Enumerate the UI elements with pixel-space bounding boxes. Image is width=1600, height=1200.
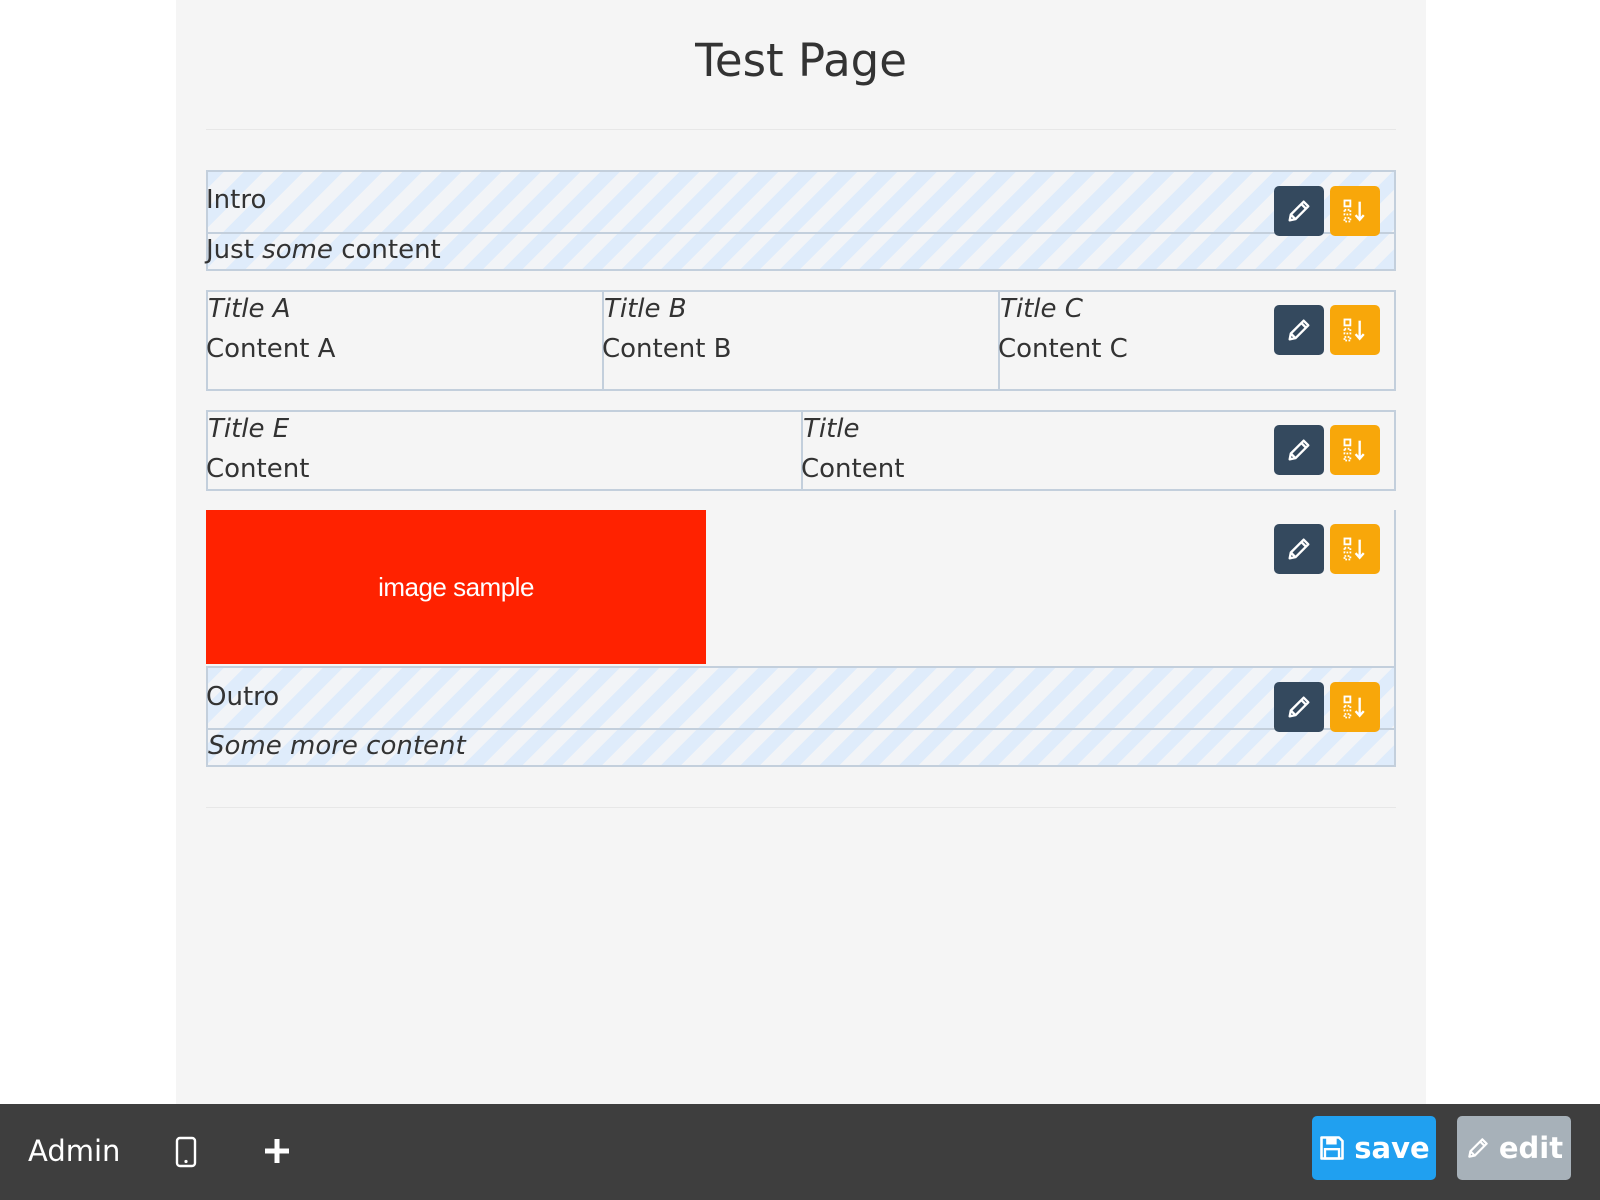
column-title: Title E: [208, 414, 290, 444]
reorder-icon: [1341, 316, 1369, 344]
edit-label: edit: [1498, 1131, 1564, 1165]
reorder-icon: [1341, 693, 1369, 721]
column-title: Title B: [604, 294, 687, 324]
edit-block-button[interactable]: [1274, 682, 1324, 732]
admin-bar: Admin save edit: [0, 1104, 1600, 1200]
reorder-icon: [1341, 197, 1369, 225]
edit-block-button[interactable]: [1274, 305, 1324, 355]
two-column-block[interactable]: Title E Content Title Content: [206, 410, 1396, 491]
column-content: Content: [801, 454, 905, 484]
move-block-button[interactable]: [1330, 425, 1380, 475]
column-content: Content B: [602, 334, 732, 364]
pencil-icon: [1285, 436, 1313, 464]
intro-block[interactable]: Intro Just some content: [206, 170, 1396, 271]
move-block-button[interactable]: [1330, 682, 1380, 732]
column-content: Content C: [998, 334, 1128, 364]
move-block-button[interactable]: [1330, 186, 1380, 236]
pencil-icon: [1285, 316, 1313, 344]
bottom-divider: [206, 807, 1396, 808]
outro-block[interactable]: Outro Some more content: [206, 666, 1396, 767]
tablet-icon[interactable]: [170, 1132, 202, 1172]
column-title: Title C: [1000, 294, 1083, 324]
image-sample[interactable]: image sample: [206, 510, 706, 664]
reorder-icon: [1341, 436, 1369, 464]
pencil-icon: [1285, 693, 1313, 721]
block-tools: [1274, 186, 1380, 236]
intro-title: Intro: [206, 185, 267, 215]
column-title: Title: [803, 414, 860, 444]
admin-label: Admin: [28, 1134, 121, 1168]
top-divider: [206, 129, 1396, 130]
edit-block-button[interactable]: [1274, 186, 1324, 236]
edit-block-button[interactable]: [1274, 425, 1324, 475]
block-tools: [1274, 305, 1380, 355]
outro-content: Some more content: [208, 731, 466, 761]
page-title: Test Page: [695, 34, 907, 87]
outro-title: Outro: [206, 682, 280, 712]
edit-block-button[interactable]: [1274, 524, 1324, 574]
pencil-icon: [1285, 197, 1313, 225]
pencil-icon: [1465, 1135, 1491, 1161]
edit-mode-button[interactable]: edit: [1457, 1116, 1571, 1180]
column-content: Content A: [206, 334, 336, 364]
reorder-icon: [1341, 535, 1369, 563]
block-tools: [1274, 682, 1380, 732]
save-button[interactable]: save: [1312, 1116, 1436, 1180]
image-block[interactable]: image sample: [206, 510, 1396, 668]
save-label: save: [1354, 1131, 1430, 1165]
page-canvas: Test Page Intro Just some content Title …: [176, 0, 1426, 1104]
plus-icon[interactable]: [259, 1133, 295, 1169]
intro-divider: [208, 232, 1394, 234]
floppy-disk-icon: [1320, 1136, 1345, 1160]
move-block-button[interactable]: [1330, 524, 1380, 574]
outro-divider: [208, 728, 1394, 730]
three-column-block[interactable]: Title A Content A Title B Content B Titl…: [206, 290, 1396, 391]
block-tools: [1274, 425, 1380, 475]
column-content: Content: [206, 454, 310, 484]
intro-content: Just some content: [206, 235, 441, 265]
pencil-icon: [1285, 535, 1313, 563]
move-block-button[interactable]: [1330, 305, 1380, 355]
column-title: Title A: [208, 294, 291, 324]
block-tools: [1274, 524, 1380, 574]
